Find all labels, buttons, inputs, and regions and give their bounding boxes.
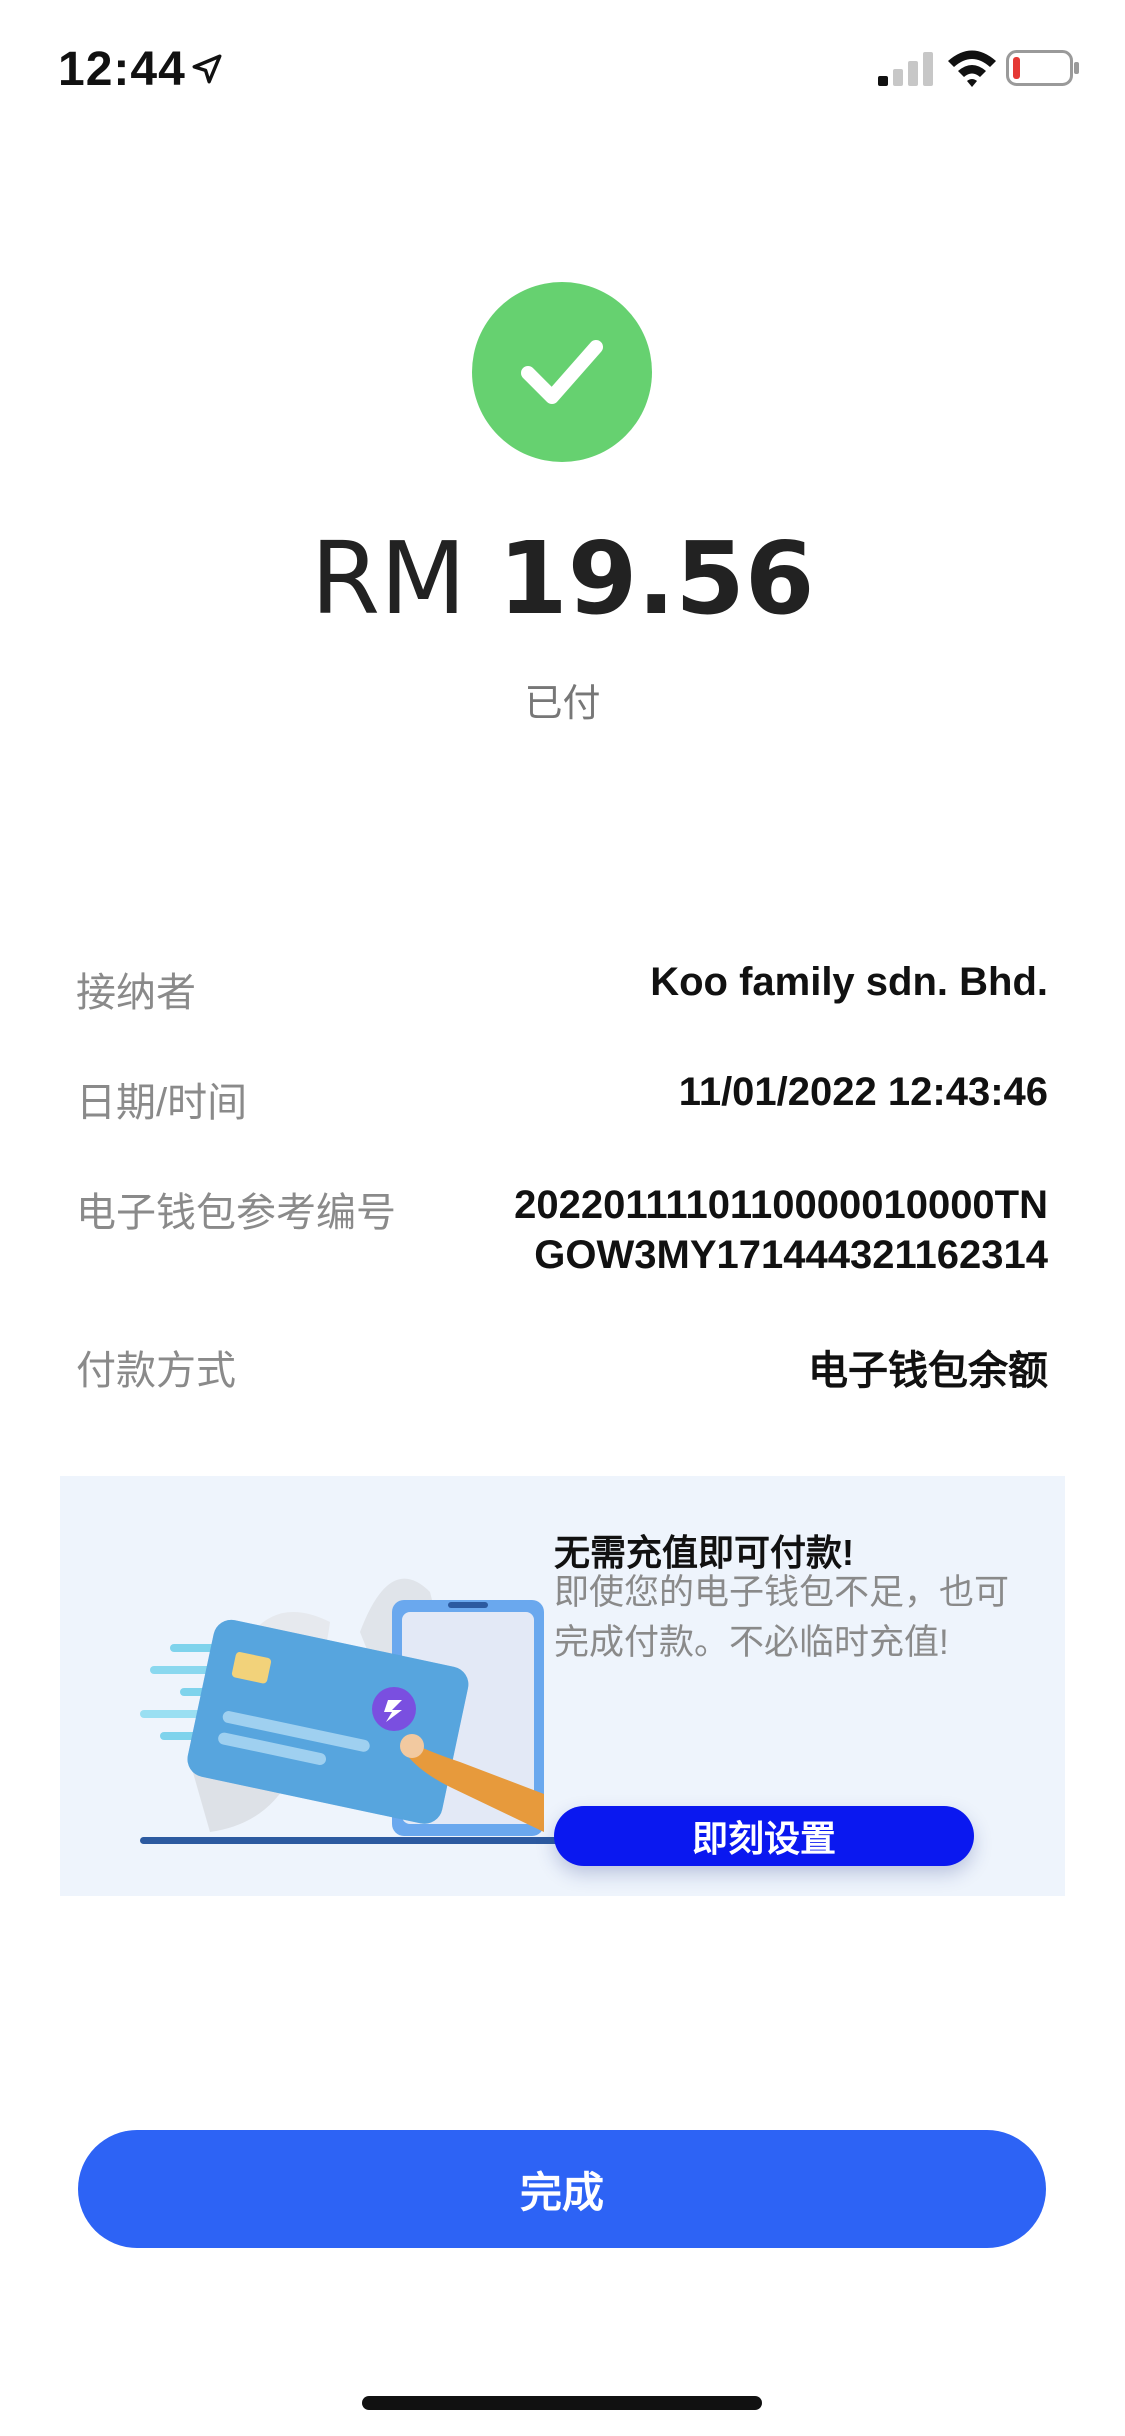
payment-amount: RM 19.56 [0,520,1125,637]
status-bar: 12:44 [0,0,1125,140]
check-circle-icon [472,282,652,462]
promo-card: 无需充值即可付款! 即使您的电子钱包不足，也可完成付款。不必临时充值! 即刻设置 [60,1476,1065,1896]
battery-low-icon [1006,50,1079,86]
home-indicator[interactable] [362,2396,762,2410]
payment-status: 已付 [524,683,601,725]
promo-description: 即使您的电子钱包不足，也可完成付款。不必临时充值! [554,1573,1010,1662]
amount-value: 19.56 [498,520,815,637]
method-value: 电子钱包余额 [808,1349,1048,1393]
card-payment-illustration [140,1578,560,1844]
reference-value: 2022011110110000010000TN GOW3MY171444321… [514,1183,1048,1277]
recipient-label: 接纳者 [76,971,196,1015]
detail-row-reference: 电子钱包参考编号 2022011110110000010000TN GOW3MY… [76,1180,1048,1280]
datetime-label: 日期/时间 [76,1081,248,1125]
detail-row-method: 付款方式 电子钱包余额 [76,1338,1048,1396]
setup-now-button[interactable]: 即刻设置 [554,1806,974,1866]
checkmark-icon [521,340,603,404]
status-time: 12:44 [58,43,186,96]
datetime-value: 11/01/2022 12:43:46 [678,1070,1048,1114]
wifi-icon [948,50,996,87]
cellular-signal-icon [878,52,933,86]
location-arrow-icon [192,54,222,84]
amount-currency: RM [310,520,467,637]
recipient-value: Koo family sdn. Bhd. [650,960,1048,1004]
detail-row-recipient: 接纳者 Koo family sdn. Bhd. [76,960,1048,1018]
done-button[interactable]: 完成 [78,2130,1046,2248]
method-label: 付款方式 [76,1349,236,1393]
detail-row-datetime: 日期/时间 11/01/2022 12:43:46 [76,1070,1048,1128]
reference-label: 电子钱包参考编号 [76,1191,396,1235]
